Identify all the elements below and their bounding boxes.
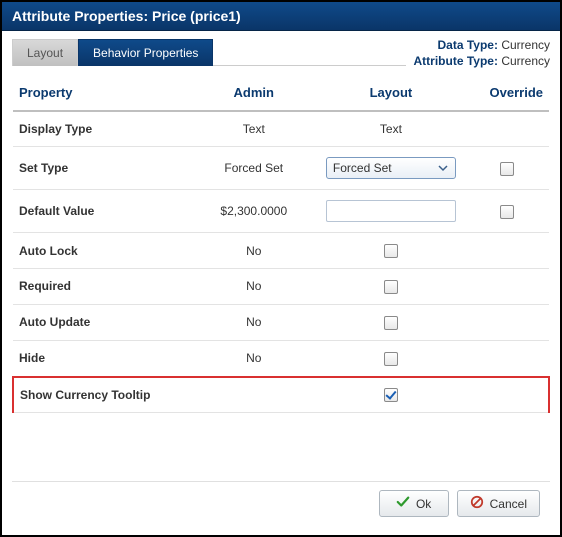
data-type-label: Data Type: [438,38,498,52]
row-auto-update: Auto Update No [13,304,549,340]
check-icon [396,495,410,512]
properties-content: Property Admin Layout Override Display T… [12,69,550,481]
admin-hide: No [191,340,317,376]
label-hide: Hide [13,340,191,376]
required-checkbox[interactable] [384,280,398,294]
ok-button[interactable]: Ok [379,490,449,517]
label-auto-update: Auto Update [13,304,191,340]
tab-behavior-properties[interactable]: Behavior Properties [78,39,213,66]
chevron-down-icon [435,160,451,176]
row-default-value: Default Value $2,300.0000 [13,190,549,233]
admin-set-type: Forced Set [191,147,317,190]
dialog-body: Layout Behavior Properties Data Type: Cu… [2,31,560,535]
row-set-type: Set Type Forced Set Forced Set [13,147,549,190]
label-show-currency-tooltip: Show Currency Tooltip [13,377,191,413]
col-override: Override [465,75,549,111]
attribute-type-label: Attribute Type: [414,54,498,68]
col-property: Property [13,75,191,111]
data-type-value: Currency [501,38,550,52]
row-required: Required No [13,269,549,305]
admin-auto-lock: No [191,233,317,269]
label-set-type: Set Type [13,147,191,190]
label-display-type: Display Type [13,111,191,147]
row-display-type: Display Type Text Text [13,111,549,147]
label-default-value: Default Value [13,190,191,233]
tab-layout[interactable]: Layout [12,39,78,66]
auto-update-checkbox[interactable] [384,316,398,330]
dialog-title: Attribute Properties: Price (price1) [2,2,560,31]
show-currency-tooltip-checkbox[interactable] [384,388,398,402]
auto-lock-checkbox[interactable] [384,244,398,258]
layout-display-type: Text [317,111,466,147]
override-default-value-checkbox[interactable] [500,205,514,219]
admin-default-value: $2,300.0000 [191,190,317,233]
ok-button-label: Ok [416,497,431,511]
set-type-select-value: Forced Set [333,161,392,175]
dialog-window: Attribute Properties: Price (price1) Lay… [0,0,562,537]
cancel-button[interactable]: Cancel [457,490,540,517]
row-hide: Hide No [13,340,549,376]
admin-auto-update: No [191,304,317,340]
col-admin: Admin [191,75,317,111]
type-meta: Data Type: Currency Attribute Type: Curr… [414,38,550,69]
tab-bar: Layout Behavior Properties [12,38,406,66]
cancel-icon [470,495,484,512]
set-type-select[interactable]: Forced Set [326,157,456,179]
dialog-footer: Ok Cancel [12,481,550,525]
label-required: Required [13,269,191,305]
label-auto-lock: Auto Lock [13,233,191,269]
cancel-button-label: Cancel [490,497,527,511]
row-auto-lock: Auto Lock No [13,233,549,269]
default-value-input[interactable] [326,200,456,222]
attribute-type-value: Currency [501,54,550,68]
admin-required: No [191,269,317,305]
override-set-type-checkbox[interactable] [500,162,514,176]
admin-display-type: Text [191,111,317,147]
hide-checkbox[interactable] [384,352,398,366]
properties-table: Property Admin Layout Override Display T… [12,75,550,413]
col-layout: Layout [317,75,466,111]
tabs-meta-row: Layout Behavior Properties Data Type: Cu… [12,38,550,69]
row-show-currency-tooltip: Show Currency Tooltip [13,377,549,413]
